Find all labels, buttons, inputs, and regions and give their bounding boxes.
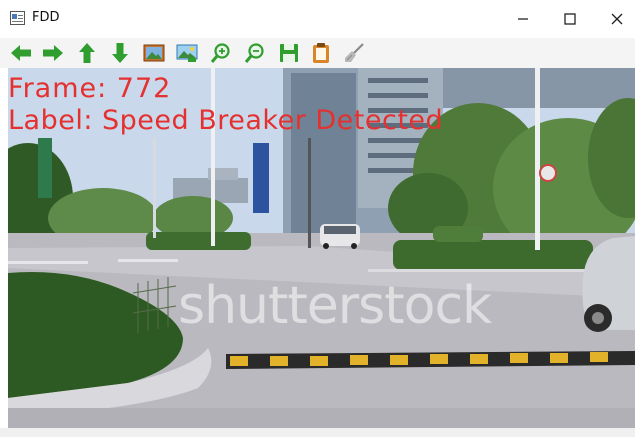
arrow-down-icon: [112, 43, 128, 63]
app-window: FDD Frame: 772 Label: Speed Breaker Dete…: [0, 0, 635, 437]
close-icon: [611, 13, 623, 25]
arrow-up-icon: [79, 43, 95, 63]
video-frame: Frame: 772 Label: Speed Breaker Detected…: [8, 68, 635, 428]
save-icon: [280, 44, 298, 62]
minimize-icon: [518, 18, 528, 20]
detection-label: Label: Speed Breaker Detected: [8, 105, 444, 136]
status-strip: [0, 428, 635, 437]
arrow-right-icon: [43, 45, 63, 61]
forward-button[interactable]: [40, 41, 66, 65]
maximize-button[interactable]: [547, 4, 593, 34]
image-select-icon: [176, 44, 198, 62]
down-button[interactable]: [107, 41, 133, 65]
zoom-out-icon: [244, 43, 264, 63]
brush-icon: [345, 43, 364, 62]
close-button[interactable]: [594, 4, 635, 34]
zoom-in-button[interactable]: [208, 41, 234, 65]
zoom-in-icon: [210, 43, 230, 63]
maximize-icon: [564, 13, 576, 25]
window-title: FDD: [32, 10, 60, 25]
minimize-button[interactable]: [500, 4, 546, 34]
back-button[interactable]: [8, 41, 34, 65]
open-image-button[interactable]: [141, 41, 167, 65]
app-icon: [10, 11, 25, 25]
save-button[interactable]: [276, 41, 302, 65]
brush-button[interactable]: [341, 41, 367, 65]
copy-button[interactable]: [308, 41, 334, 65]
select-region-button[interactable]: [174, 41, 200, 65]
clipboard-icon: [313, 43, 329, 63]
up-button[interactable]: [74, 41, 100, 65]
image-icon: [143, 44, 165, 62]
arrow-left-icon: [11, 45, 31, 61]
zoom-out-button[interactable]: [242, 41, 268, 65]
watermark: shutterstock: [178, 276, 492, 336]
title-bar: FDD: [0, 0, 635, 38]
frame-number-label: Frame: 772: [8, 73, 172, 104]
toolbar: [0, 38, 635, 68]
